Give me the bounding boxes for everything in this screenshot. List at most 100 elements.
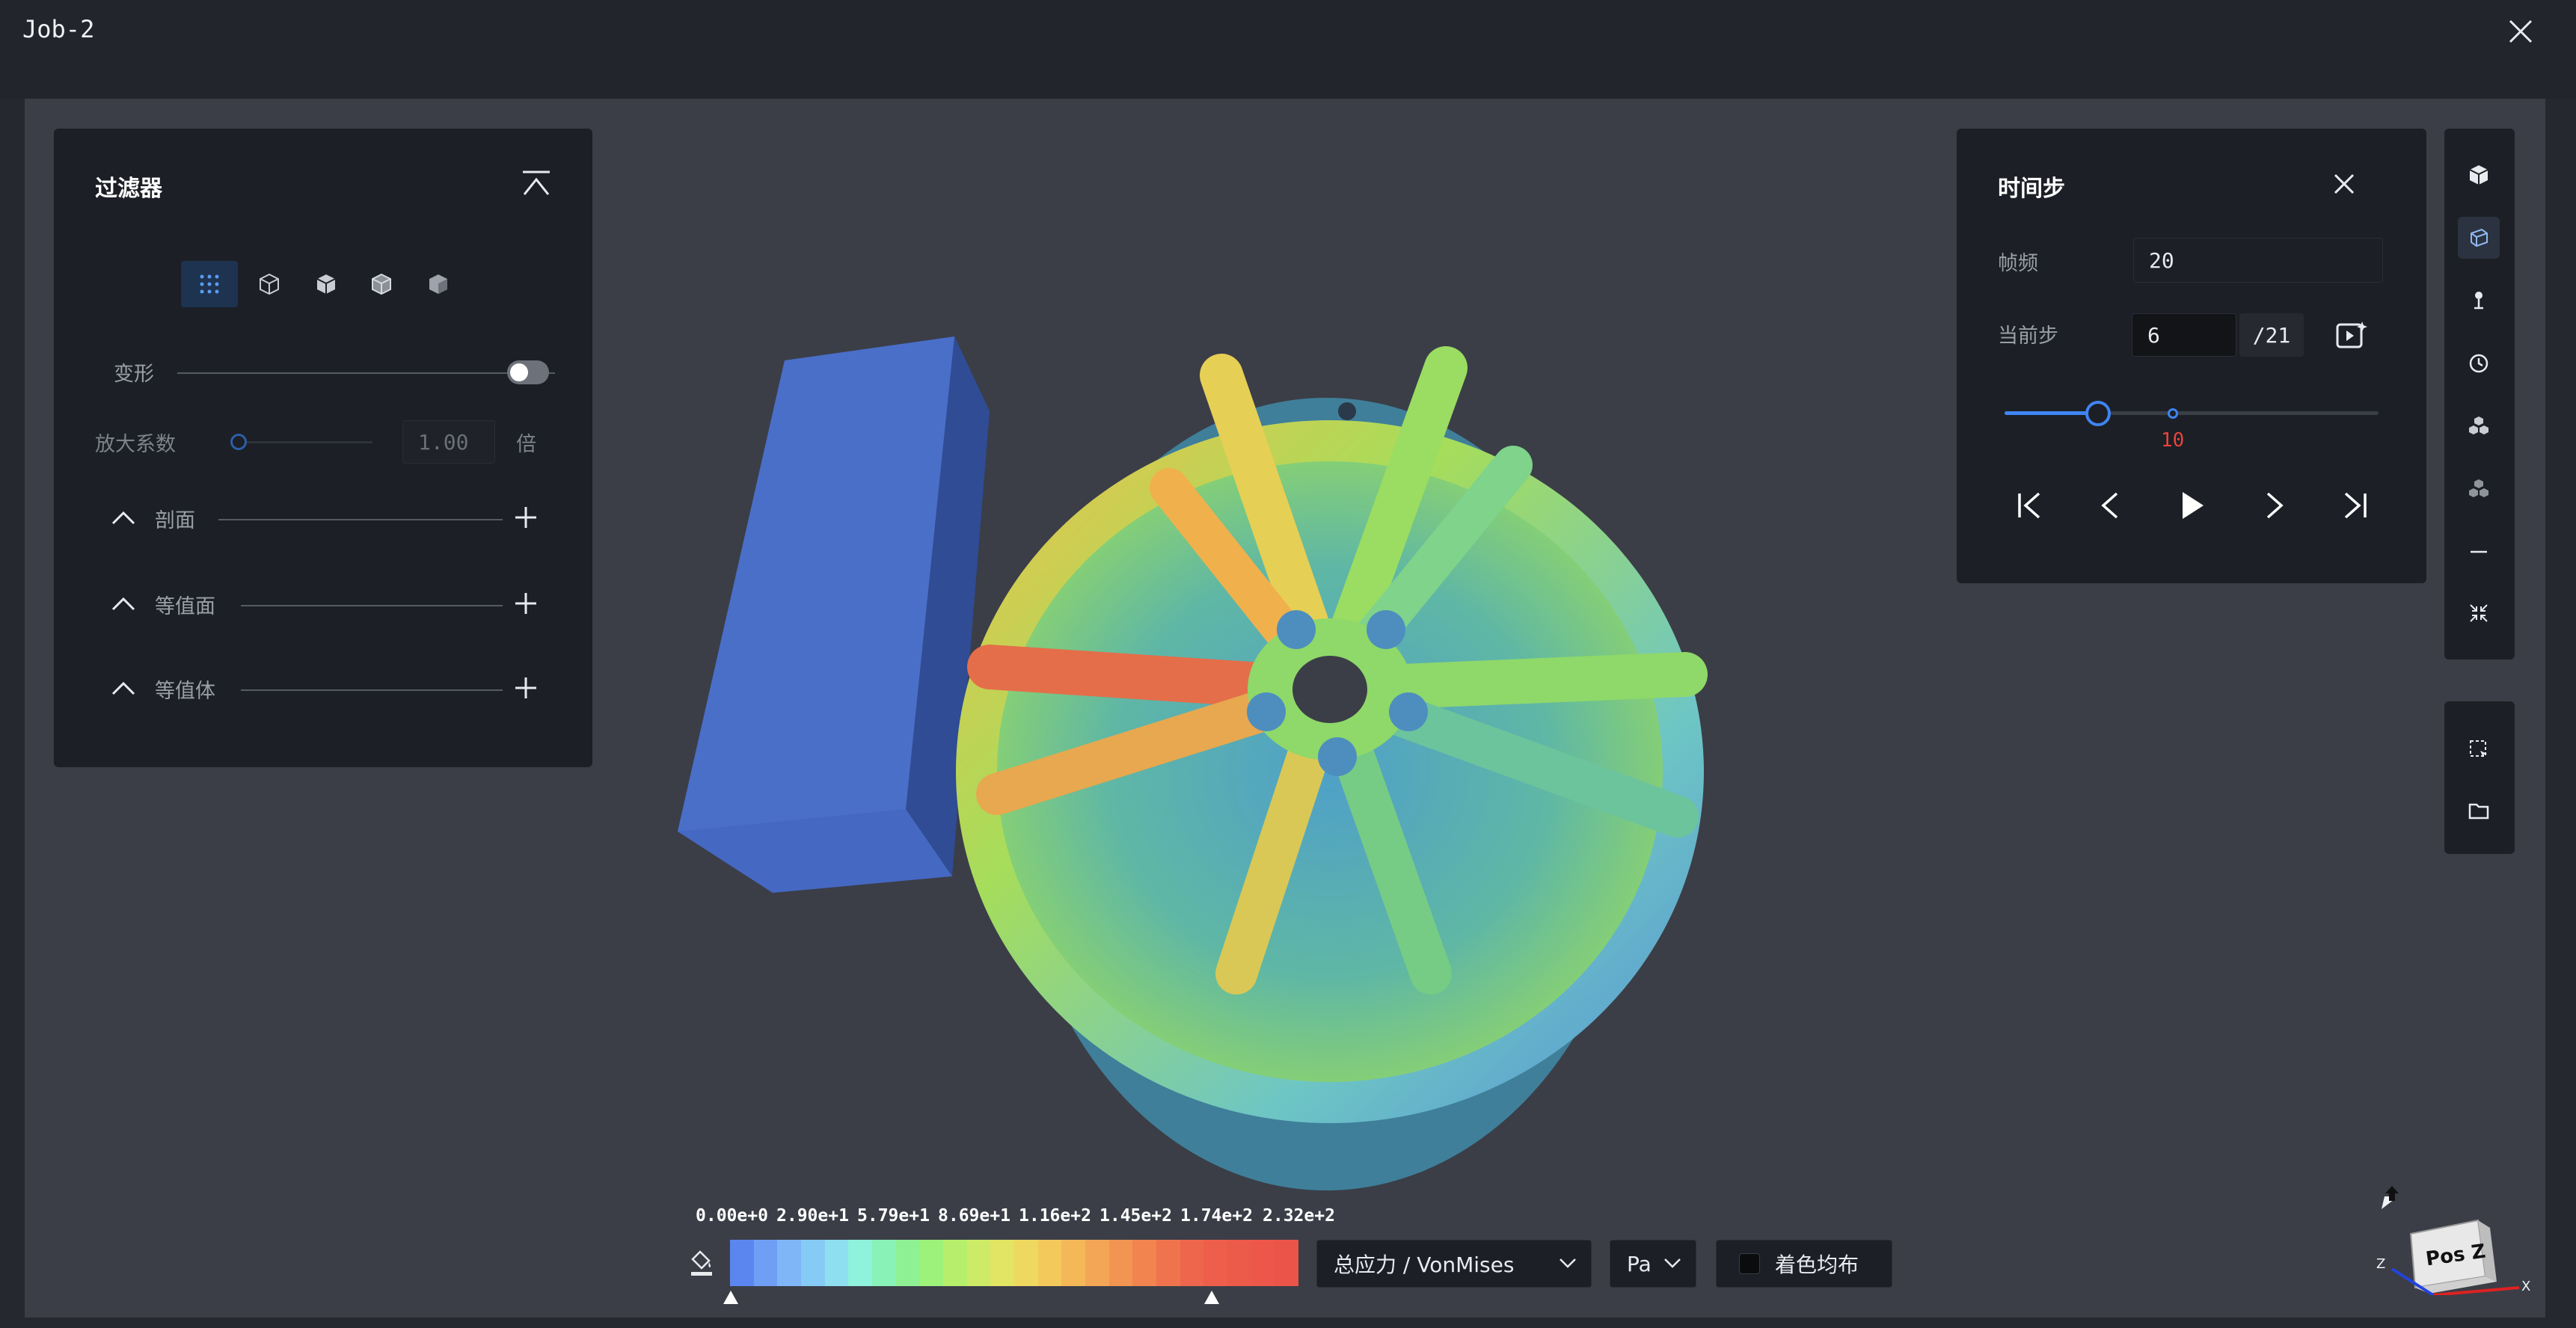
legend-color-step	[1061, 1240, 1086, 1286]
legend-color-step	[848, 1240, 873, 1286]
fit-view-button[interactable]	[2458, 592, 2500, 634]
legend-color-step	[919, 1240, 944, 1286]
section-cube-icon	[2471, 228, 2488, 248]
slider-handle[interactable]	[2085, 401, 2111, 426]
chevron-up-icon	[111, 511, 135, 525]
section-divider	[218, 519, 503, 520]
scale-factor-input[interactable]: 1.00	[402, 420, 495, 464]
solid-view-button[interactable]	[2458, 154, 2500, 196]
wheel-model	[956, 346, 1708, 1190]
total-steps-label: /21	[2239, 313, 2304, 357]
collapse-toolbar-button[interactable]	[2458, 531, 2500, 573]
legend-color-step	[801, 1240, 825, 1286]
history-button[interactable]	[2458, 342, 2500, 384]
slider-handle[interactable]	[230, 434, 247, 450]
current-step-input[interactable]: 6	[2132, 313, 2236, 357]
toggle-knob	[510, 363, 528, 381]
box-select-button[interactable]	[2458, 728, 2500, 770]
add-icon[interactable]	[513, 591, 539, 616]
legend-color-step	[1227, 1240, 1251, 1286]
timestep-panel: 时间步 帧频 20 当前步 6 /21 10	[1957, 129, 2426, 583]
section-row-isosurface[interactable]: 等值面	[54, 581, 592, 626]
legend-color-step	[895, 1240, 920, 1286]
fps-label: 帧频	[1998, 252, 2038, 275]
legend-color-step	[990, 1240, 1015, 1286]
scale-factor-slider[interactable]	[230, 431, 372, 452]
view-cube[interactable]: Pos Z Z X	[2343, 1108, 2538, 1295]
legend-color-step	[1156, 1240, 1180, 1286]
deform-label: 变形	[114, 363, 154, 386]
point-mode-button[interactable]	[181, 261, 238, 307]
fps-input[interactable]: 20	[2133, 238, 2383, 283]
next-step-button[interactable]	[2253, 485, 2295, 526]
chevron-right-icon	[2266, 492, 2284, 519]
points-icon	[200, 274, 219, 294]
uniform-checkbox[interactable]	[1739, 1253, 1760, 1274]
window-title: Job-2	[22, 15, 95, 43]
last-step-button[interactable]	[2334, 485, 2376, 526]
solid-edge-cube-icon	[372, 273, 391, 295]
unit-dropdown[interactable]: Pa	[1610, 1240, 1696, 1288]
legend-color-step	[1180, 1240, 1204, 1286]
view-toolbar	[2444, 129, 2515, 660]
block-model	[678, 336, 990, 893]
legend-value: 1.45e+2	[1100, 1206, 1172, 1226]
close-timestep-button[interactable]	[2328, 167, 2361, 200]
clock-icon	[2469, 354, 2488, 373]
legend-value: 8.69e+1	[938, 1206, 1011, 1226]
section-row-cutplane[interactable]: 剖面	[54, 495, 592, 540]
skip-last-icon	[2344, 492, 2367, 519]
collapse-up-icon	[523, 170, 550, 195]
scale-factor-label: 放大系数	[95, 433, 176, 456]
chevron-up-icon	[111, 681, 135, 695]
probe-button[interactable]	[2458, 280, 2500, 322]
section-view-button[interactable]	[2458, 217, 2500, 259]
close-window-button[interactable]	[2503, 13, 2539, 49]
video-play-icon	[2336, 322, 2367, 348]
legend-max-handle[interactable]	[1203, 1289, 1221, 1306]
collapse-panel-button[interactable]	[518, 167, 555, 200]
solid-edges-mode-button[interactable]	[361, 263, 402, 305]
filter-panel: 过滤器 变形 放大系数 1.00 倍 剖面 等值面 等值体	[54, 129, 592, 767]
minus-icon	[2471, 550, 2487, 553]
legend-color-step	[1251, 1240, 1275, 1286]
open-folder-button[interactable]	[2458, 790, 2500, 831]
deform-divider	[177, 372, 555, 374]
step-marker-label: 10	[2161, 429, 2185, 452]
add-icon[interactable]	[513, 505, 539, 530]
slider-track	[230, 441, 372, 443]
parts-button[interactable]	[2458, 405, 2500, 447]
first-step-button[interactable]	[2009, 485, 2051, 526]
legend-color-step	[1037, 1240, 1062, 1286]
deform-toggle[interactable]	[507, 360, 549, 384]
legend-color-step	[753, 1240, 778, 1286]
tools-toolbar	[2444, 701, 2515, 854]
legend-color-step	[1014, 1240, 1038, 1286]
current-step-label: 当前步	[1998, 325, 2058, 348]
legend-value: 2.90e+1	[776, 1206, 849, 1226]
previous-step-button[interactable]	[2090, 485, 2132, 526]
legend-color-bar[interactable]	[730, 1240, 1299, 1286]
uniform-color-toggle[interactable]: 着色均布	[1716, 1240, 1892, 1288]
section-divider	[241, 605, 503, 606]
add-icon[interactable]	[513, 675, 539, 701]
legend-color-step	[1203, 1240, 1228, 1286]
close-icon	[2334, 173, 2355, 194]
shaded-mode-button[interactable]	[417, 263, 459, 305]
quantity-value: 总应力 / VonMises	[1334, 1252, 1515, 1277]
shrink-icon	[2470, 604, 2488, 622]
record-video-button[interactable]	[2332, 316, 2371, 354]
box-select-icon	[2470, 740, 2487, 757]
assembly-button[interactable]	[2458, 468, 2500, 510]
color-fill-button[interactable]	[685, 1245, 718, 1281]
chevron-down-icon	[1664, 1258, 1681, 1268]
play-button[interactable]	[2171, 485, 2212, 526]
quantity-dropdown[interactable]: 总应力 / VonMises	[1316, 1240, 1592, 1288]
wireframe-mode-button[interactable]	[248, 263, 290, 305]
legend-color-step	[824, 1240, 849, 1286]
step-slider[interactable]: 10	[2005, 398, 2379, 452]
section-row-isovolume[interactable]: 等值体	[54, 665, 592, 710]
legend-min-handle[interactable]	[722, 1289, 740, 1306]
solid-mode-button[interactable]	[305, 263, 347, 305]
uniform-label: 着色均布	[1775, 1252, 1859, 1277]
